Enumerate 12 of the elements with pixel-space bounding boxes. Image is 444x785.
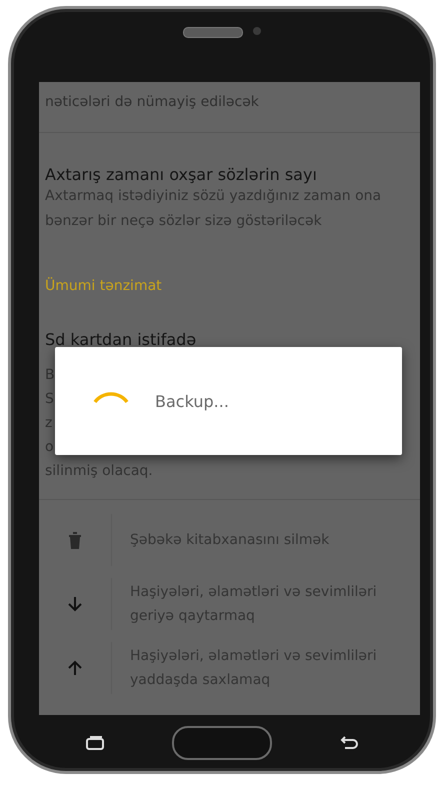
trash-icon	[68, 531, 82, 549]
setting-title: Axtarış zamanı oxşar sözlərin sayı	[45, 165, 318, 184]
dialog-message: Backup...	[155, 392, 229, 410]
section-header: Ümumi tənzimat	[44, 276, 163, 294]
camera-dot	[253, 27, 261, 35]
arrow-up-icon	[67, 660, 83, 676]
setting-title: Sd kartdan istifadə	[45, 330, 198, 349]
recent-apps-icon[interactable]	[84, 735, 105, 751]
back-icon[interactable]	[339, 735, 360, 751]
home-button[interactable]	[172, 726, 272, 760]
arrow-down-icon	[67, 596, 83, 612]
speaker-grille	[183, 27, 243, 38]
